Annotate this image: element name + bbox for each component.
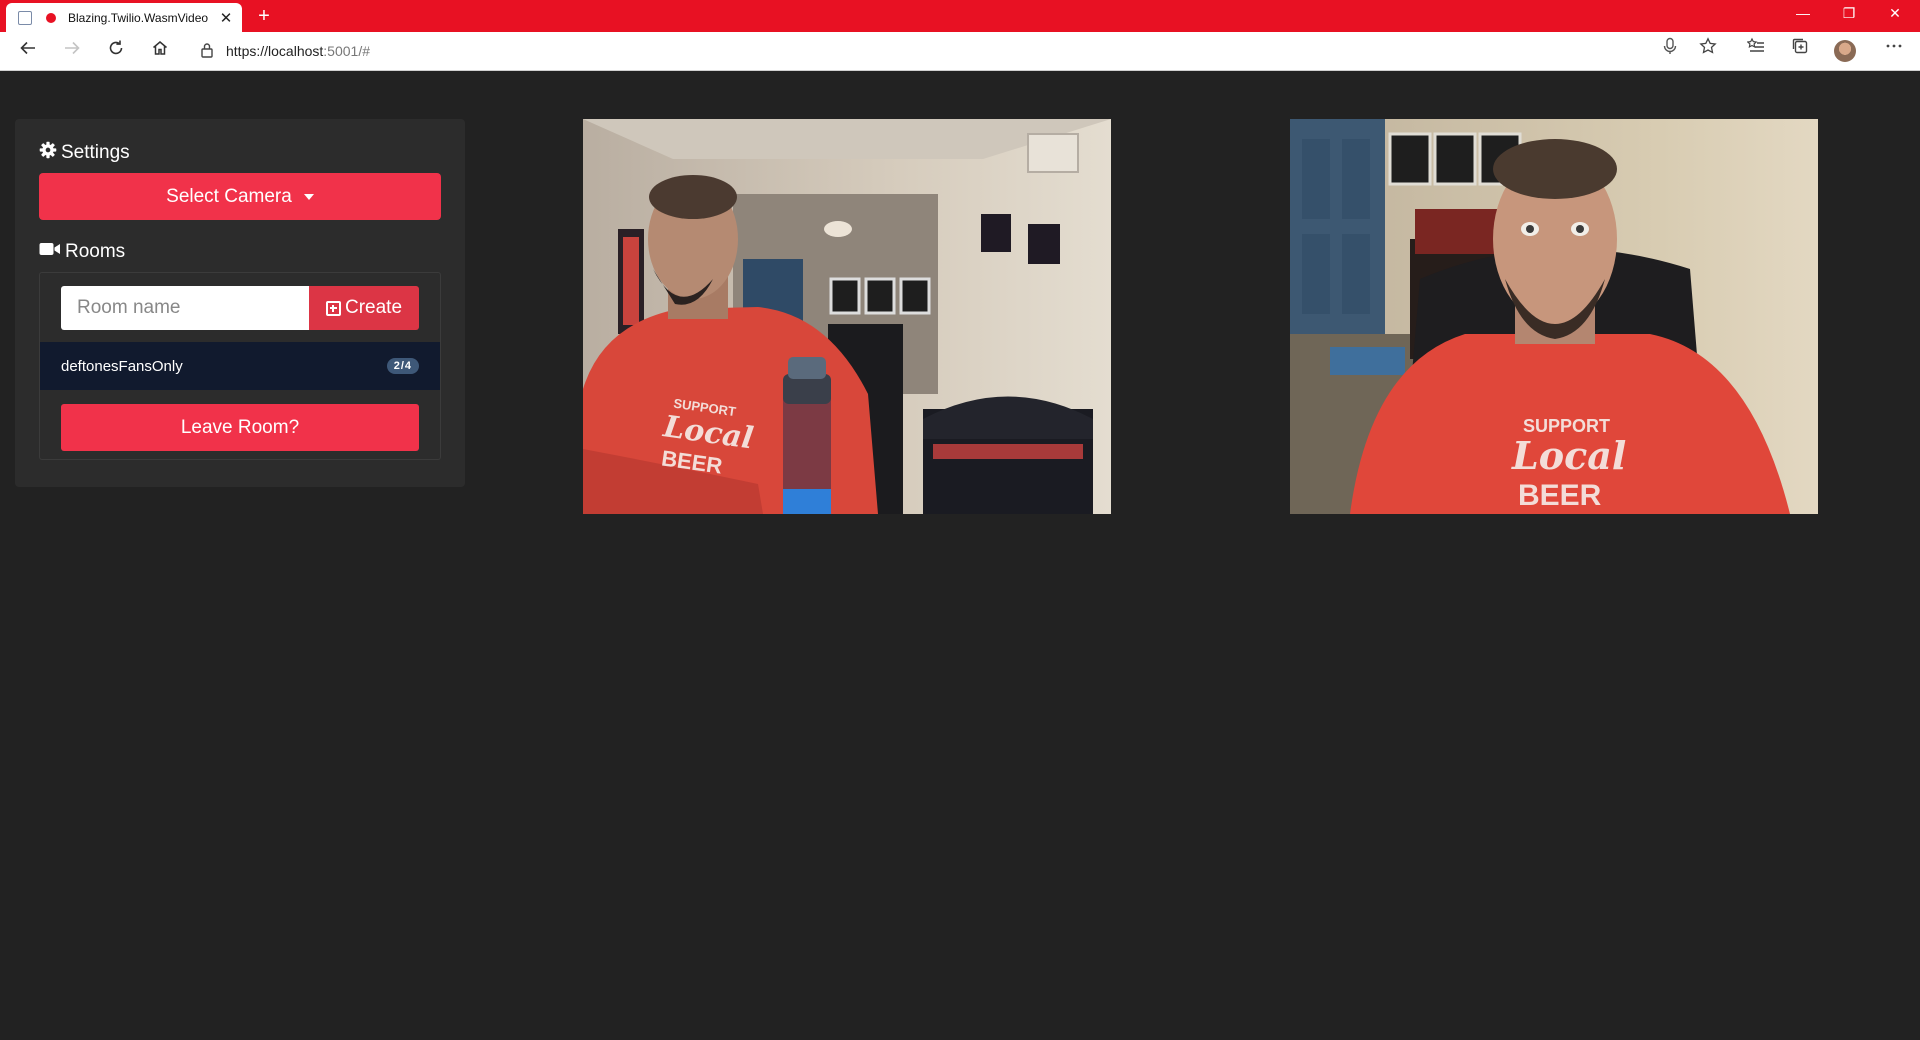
more-icon[interactable]	[1878, 35, 1910, 67]
favorites-list-icon[interactable]	[1740, 35, 1772, 67]
settings-panel: Settings Select Camera Rooms Create deft…	[15, 119, 465, 487]
tab-title: Blazing.Twilio.WasmVideo	[68, 10, 209, 25]
page-icon	[18, 10, 32, 25]
tab-close-icon[interactable]: ✕	[216, 9, 236, 27]
room-name-input[interactable]	[61, 286, 309, 330]
back-icon[interactable]	[12, 35, 44, 67]
room-list-item[interactable]: deftonesFansOnly 2/4	[40, 342, 440, 390]
refresh-icon[interactable]	[100, 35, 132, 67]
profile-avatar[interactable]	[1834, 40, 1856, 62]
rooms-heading: Rooms	[39, 241, 125, 263]
url-path: :5001/#	[323, 43, 370, 59]
microphone-icon[interactable]	[1654, 35, 1686, 67]
settings-title: Settings	[61, 142, 130, 163]
select-camera-button[interactable]: Select Camera	[39, 173, 441, 220]
create-room-button[interactable]: Create	[309, 286, 419, 330]
leave-room-button[interactable]: Leave Room?	[61, 404, 419, 451]
settings-heading: Settings	[39, 141, 130, 165]
lock-icon	[200, 42, 214, 61]
select-camera-label: Select Camera	[166, 185, 292, 207]
leave-room-label: Leave Room?	[180, 416, 300, 438]
close-window-button[interactable]: ✕	[1872, 0, 1918, 32]
rooms-title: Rooms	[65, 241, 126, 262]
create-label: Create	[344, 297, 403, 318]
caret-down-icon	[303, 193, 314, 200]
shirt-print-line-3: BEER	[1518, 479, 1602, 512]
participant-video-1: SUPPORT Local BEER	[583, 119, 1111, 514]
address-bar: https://localhost:5001/#	[0, 32, 1920, 71]
recording-indicator-icon	[46, 12, 56, 23]
participant-video-2: SUPPORT Local BEER	[1290, 119, 1818, 514]
rooms-card: Create deftonesFansOnly 2/4 Leave Room?	[39, 272, 441, 460]
home-icon[interactable]	[144, 35, 176, 67]
favorite-star-icon[interactable]	[1692, 35, 1724, 67]
browser-tab[interactable]: Blazing.Twilio.WasmVideo ✕	[6, 3, 242, 32]
new-tab-button[interactable]: +	[252, 4, 276, 28]
minimize-button[interactable]: —	[1780, 0, 1826, 32]
plus-square-icon	[325, 300, 341, 316]
forward-icon[interactable]	[56, 35, 88, 67]
url-host: https://localhost	[226, 43, 324, 59]
gear-icon	[39, 141, 57, 165]
browser-titlebar: Blazing.Twilio.WasmVideo ✕ + — ❐ ✕	[0, 0, 1920, 32]
url-field[interactable]: https://localhost:5001/#	[186, 36, 1724, 66]
shirt-print-line-2: Local	[1511, 433, 1626, 478]
restore-button[interactable]: ❐	[1826, 0, 1872, 32]
video-camera-icon	[39, 241, 61, 263]
room-name: deftonesFansOnly	[61, 357, 183, 375]
participant-count-badge: 2/4	[386, 358, 419, 374]
collections-icon[interactable]	[1784, 35, 1816, 67]
